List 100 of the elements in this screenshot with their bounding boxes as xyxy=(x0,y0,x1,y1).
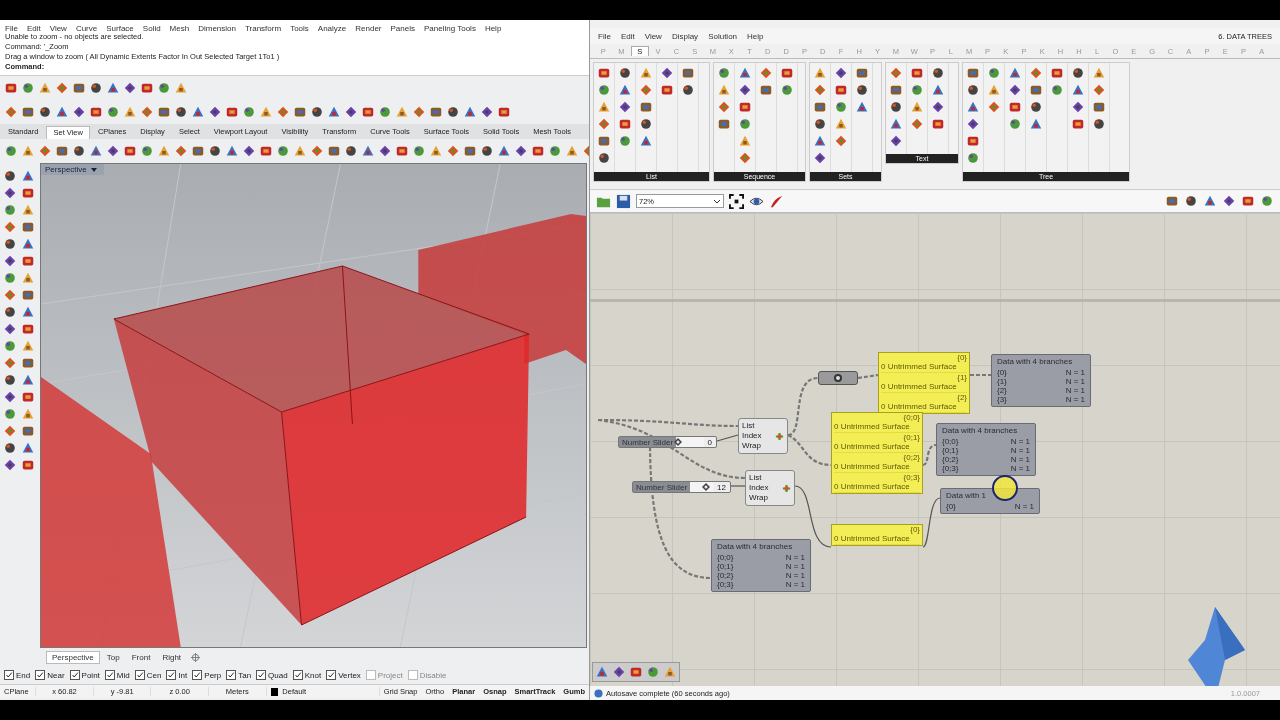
tool-icon[interactable] xyxy=(21,424,35,438)
tool-icon[interactable] xyxy=(548,144,562,158)
component-icon[interactable] xyxy=(966,66,980,80)
tool-icon[interactable] xyxy=(446,144,460,158)
tool-icon[interactable] xyxy=(21,237,35,251)
menu-item[interactable]: View xyxy=(49,23,67,33)
component-icon[interactable] xyxy=(717,83,731,97)
tool-icon[interactable] xyxy=(21,305,35,319)
tool-icon[interactable] xyxy=(327,105,341,119)
tool-icon[interactable] xyxy=(3,373,17,387)
param-viewer-node[interactable]: Data with 4 branches {0;0} N = 1 {0;1} N = 1 {0;2} N = 1 {0;3} N = 1 xyxy=(711,539,811,592)
tool-icon[interactable] xyxy=(293,144,307,158)
component-icon[interactable] xyxy=(660,83,674,97)
component-icon[interactable] xyxy=(780,66,794,80)
param-viewer-node[interactable]: Data with 4 branches {0;0} N = 1 {0;1} N = 1 {0;2} N = 1 {0;3} N = 1 xyxy=(936,423,1036,476)
osnap-checkbox[interactable]: Knot xyxy=(292,670,322,680)
widget-icon[interactable] xyxy=(629,665,643,679)
component-icon[interactable] xyxy=(889,66,903,80)
menu-item[interactable]: Paneling Tools xyxy=(424,23,476,33)
widget-icon[interactable] xyxy=(663,665,677,679)
preview-icon[interactable] xyxy=(1222,194,1236,208)
component-icon[interactable] xyxy=(813,134,827,148)
component-icon[interactable] xyxy=(618,117,632,131)
menu-item[interactable]: Solution xyxy=(708,31,738,41)
menu-item[interactable]: File xyxy=(598,31,611,41)
slider-knob[interactable] xyxy=(673,438,682,446)
tool-icon[interactable] xyxy=(310,105,324,119)
save-icon[interactable] xyxy=(616,193,631,209)
component-icon[interactable] xyxy=(855,66,869,80)
tool-icon[interactable] xyxy=(174,144,188,158)
tool-icon[interactable] xyxy=(3,254,17,268)
tool-icon[interactable] xyxy=(72,144,86,158)
osnap-checkbox[interactable]: Mid xyxy=(104,670,130,680)
tool-icon[interactable] xyxy=(21,186,35,200)
component-icon[interactable] xyxy=(738,66,752,80)
tool-icon[interactable] xyxy=(429,144,443,158)
component-icon[interactable] xyxy=(639,66,653,80)
tool-icon[interactable] xyxy=(514,144,528,158)
component-icon[interactable] xyxy=(639,83,653,97)
tool-icon[interactable] xyxy=(157,105,171,119)
tool-icon[interactable] xyxy=(106,81,120,95)
tool-icon[interactable] xyxy=(72,105,86,119)
tool-icon[interactable] xyxy=(395,105,409,119)
component-icon[interactable] xyxy=(717,100,731,114)
component-icon[interactable] xyxy=(987,66,1001,80)
tool-icon[interactable] xyxy=(21,144,35,158)
osnap-checkbox[interactable]: End xyxy=(4,670,31,680)
tool-icon[interactable] xyxy=(191,144,205,158)
tool-icon[interactable] xyxy=(565,144,579,158)
viewport-tab[interactable]: Top xyxy=(101,651,125,663)
tool-icon[interactable] xyxy=(361,105,375,119)
menu-item[interactable]: Help xyxy=(484,23,502,33)
tool-icon[interactable] xyxy=(412,105,426,119)
component-icon[interactable] xyxy=(597,117,611,131)
tool-icon[interactable] xyxy=(361,144,375,158)
tool-icon[interactable] xyxy=(106,105,120,119)
component-icon[interactable] xyxy=(987,100,1001,114)
tool-icon[interactable] xyxy=(446,105,460,119)
param-viewer-node[interactable]: Data with 4 branches {0} N = 1 {1} N = 1 {2} N = 1 {3} N = 1 xyxy=(991,354,1091,407)
component-icon[interactable] xyxy=(910,117,924,131)
component-icon[interactable] xyxy=(1008,100,1022,114)
component-icon[interactable] xyxy=(618,100,632,114)
component-icon[interactable] xyxy=(597,100,611,114)
component-icon[interactable] xyxy=(1092,66,1106,80)
tool-icon[interactable] xyxy=(21,373,35,387)
tool-icon[interactable] xyxy=(4,81,18,95)
component-icon[interactable] xyxy=(1071,117,1085,131)
menu-item[interactable]: Help xyxy=(747,31,764,41)
component-icon[interactable] xyxy=(1092,100,1106,114)
number-slider[interactable]: Number Slider 12 xyxy=(632,481,731,493)
component-icon[interactable] xyxy=(910,83,924,97)
component-icon[interactable] xyxy=(834,117,848,131)
tool-icon[interactable] xyxy=(208,105,222,119)
tool-icon[interactable] xyxy=(123,81,137,95)
tool-icon[interactable] xyxy=(3,441,17,455)
component-icon[interactable] xyxy=(910,66,924,80)
tool-icon[interactable] xyxy=(21,407,35,421)
viewport-tab[interactable]: Right xyxy=(157,651,187,663)
tool-icon[interactable] xyxy=(497,144,511,158)
component-icon[interactable] xyxy=(597,151,611,165)
component-icon[interactable] xyxy=(966,134,980,148)
tool-icon[interactable] xyxy=(3,237,17,251)
tool-icon[interactable] xyxy=(225,144,239,158)
sketch-icon[interactable] xyxy=(769,193,784,209)
tool-icon[interactable] xyxy=(378,105,392,119)
component-icon[interactable] xyxy=(738,117,752,131)
component-icon[interactable] xyxy=(738,83,752,97)
osnap-checkbox[interactable]: Perp xyxy=(192,670,222,680)
component-icon[interactable] xyxy=(618,134,632,148)
tool-icon[interactable] xyxy=(3,288,17,302)
component-icon[interactable] xyxy=(759,66,773,80)
tool-icon[interactable] xyxy=(242,105,256,119)
tool-icon[interactable] xyxy=(157,144,171,158)
tool-icon[interactable] xyxy=(344,105,358,119)
tool-icon[interactable] xyxy=(140,81,154,95)
tool-icon[interactable] xyxy=(225,105,239,119)
tool-icon[interactable] xyxy=(21,203,35,217)
menu-item[interactable]: Solid xyxy=(142,23,161,33)
component-icon[interactable] xyxy=(834,66,848,80)
menu-item[interactable]: File xyxy=(5,23,18,33)
